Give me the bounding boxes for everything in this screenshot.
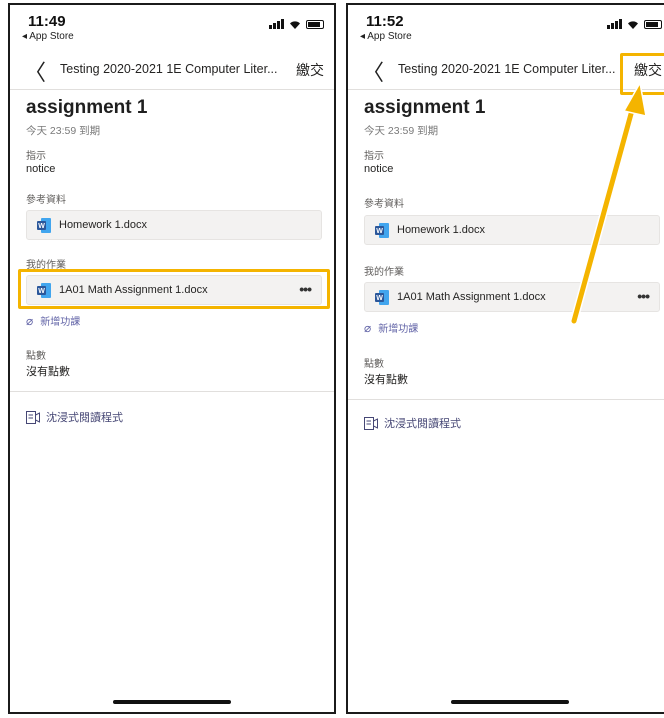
home-indicator[interactable] (113, 700, 231, 704)
signal-icon (269, 19, 284, 29)
reference-label: 參考資料 (26, 195, 66, 206)
points-value: 沒有點數 (26, 366, 70, 378)
immersive-reader-label: 沈浸式閱讀程式 (46, 412, 123, 424)
phone-screen-right: 11:52 ◂ App Store 〈 Testing 2020-2021 1E… (346, 3, 664, 714)
nav-bar: 〈 Testing 2020-2021 1E Computer Liter...… (10, 49, 334, 90)
add-work-button[interactable]: ⌀ 新增功課 (26, 313, 81, 329)
paperclip-icon: ⌀ (26, 313, 34, 328)
instructions-label: 指示 (26, 151, 46, 162)
system-icons (269, 19, 324, 29)
pointer-arrow (570, 80, 647, 325)
immersive-reader-button[interactable]: 沈浸式閱讀程式 (26, 409, 123, 425)
battery-icon (306, 20, 324, 29)
back-chevron-icon[interactable]: 〈 (24, 55, 46, 87)
back-to-app-store-link[interactable]: ◂ App Store (22, 31, 74, 42)
svg-text:W: W (38, 223, 45, 230)
submit-button[interactable]: 繳交 (296, 60, 324, 80)
reference-file-name: Homework 1.docx (59, 219, 148, 231)
class-title: Testing 2020-2021 1E Computer Liter... (60, 62, 278, 76)
highlight-my-work-file (18, 269, 330, 309)
reference-file[interactable]: W Homework 1.docx (26, 210, 322, 240)
points-label: 點數 (26, 351, 46, 362)
due-date: 今天 23:59 到期 (26, 125, 101, 137)
wifi-icon (290, 21, 300, 29)
divider (10, 391, 334, 392)
assignment-title: assignment 1 (26, 97, 148, 118)
status-time: 11:49 (28, 13, 66, 30)
add-work-label: 新增功課 (40, 317, 81, 328)
instructions-value: notice (26, 163, 56, 175)
status-bar: 11:49 ◂ App Store (10, 5, 334, 49)
phone-screen-left: 11:49 ◂ App Store 〈 Testing 2020-2021 1E… (8, 3, 336, 714)
word-doc-icon: W (37, 218, 51, 233)
immersive-reader-icon (26, 410, 40, 424)
